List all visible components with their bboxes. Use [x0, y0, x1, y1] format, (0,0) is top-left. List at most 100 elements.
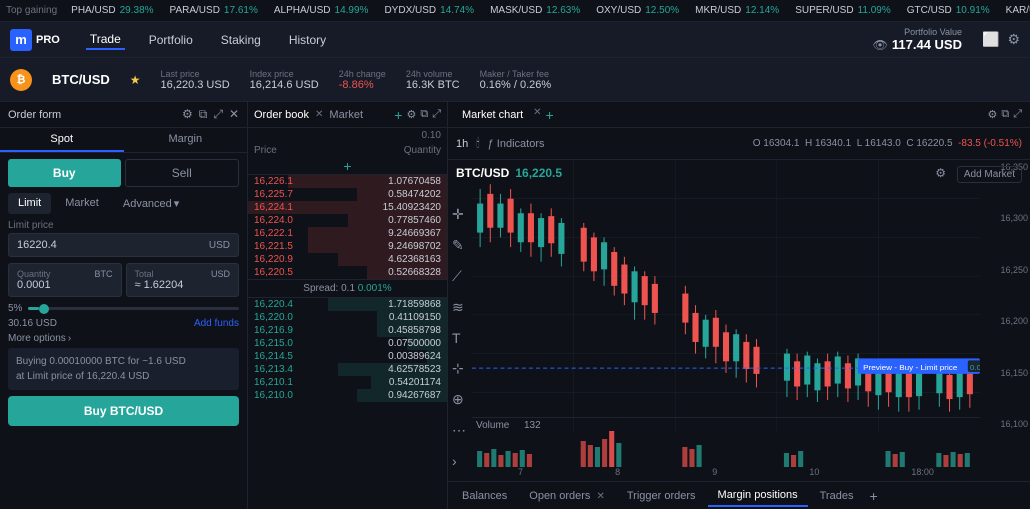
- orderbook-tabs: Order book ✕ Market: [254, 109, 363, 121]
- chart-panel: Market chart ✕ + ⚙ ⧉ ⤢ 1h 🕯 ƒ Indicators…: [448, 102, 1030, 509]
- nav-staking[interactable]: Staking: [217, 31, 265, 49]
- ob-bid-row[interactable]: 16,215.00.07500000: [248, 337, 447, 350]
- ob-bid-row[interactable]: 16,213.44.62578523: [248, 363, 447, 376]
- nav-portfolio[interactable]: Portfolio: [145, 31, 197, 49]
- favorite-star[interactable]: ★: [130, 73, 141, 87]
- chart-copy-icon[interactable]: ⧉: [1001, 108, 1009, 121]
- limit-tab[interactable]: Limit: [8, 193, 51, 214]
- quantity-box[interactable]: Quantity BTC 0.0001: [8, 263, 122, 297]
- add-funds-button[interactable]: Add funds: [194, 318, 239, 329]
- ticker-mask[interactable]: MASK/USD 12.63%: [482, 5, 588, 16]
- close-icon[interactable]: ✕: [229, 107, 239, 122]
- ob-bid-row[interactable]: 16,210.10.54201174: [248, 376, 447, 389]
- margin-tab[interactable]: Margin: [124, 128, 248, 152]
- copy-icon[interactable]: ⧉: [199, 107, 208, 122]
- submit-order-button[interactable]: Buy BTC/USD: [8, 396, 239, 426]
- more-options-button[interactable]: More options ›: [8, 333, 239, 344]
- ob-add-icon[interactable]: +: [394, 107, 402, 123]
- ob-bid-row[interactable]: 16,220.41.71859868: [248, 298, 447, 311]
- nav-trade[interactable]: Trade: [86, 30, 125, 50]
- add-chart-tab[interactable]: +: [546, 107, 554, 123]
- ob-bid-row[interactable]: 16,220.00.41109150: [248, 311, 447, 324]
- ob-ask-row[interactable]: 16,220.50.52668328: [248, 266, 447, 279]
- fibonacci-icon[interactable]: ≋: [452, 299, 466, 316]
- chart-expand-icon[interactable]: ⤢: [1013, 108, 1022, 121]
- limit-price-input[interactable]: [17, 239, 209, 251]
- ob-expand-icon[interactable]: ⤢: [432, 108, 441, 121]
- ob-ask-row[interactable]: 16,220.94.62368163: [248, 253, 447, 266]
- buy-button[interactable]: Buy: [8, 159, 121, 187]
- ticker-dydx[interactable]: DYDX/USD 14.74%: [376, 5, 482, 16]
- ob-qty-display: 0.10: [248, 128, 447, 143]
- nav-history[interactable]: History: [285, 31, 330, 49]
- market-tab[interactable]: Market: [55, 193, 109, 214]
- trades-tab[interactable]: Trades: [810, 486, 864, 506]
- ob-ask-row[interactable]: 16,224.115.40923420: [248, 201, 447, 214]
- volume-section: Volume 132: [472, 417, 980, 467]
- text-tool-icon[interactable]: T: [452, 330, 466, 346]
- expand-icon[interactable]: ⤢: [213, 107, 223, 122]
- chart-settings-icon[interactable]: ⚙: [987, 108, 997, 121]
- ob-add-row[interactable]: +: [248, 158, 447, 175]
- ticker-alpha[interactable]: ALPHA/USD 14.99%: [266, 5, 377, 16]
- margin-positions-tab[interactable]: Margin positions: [708, 485, 808, 507]
- add-tab-button[interactable]: +: [865, 488, 881, 504]
- candlestick-chart: Preview - Buy - Limit price 0.0001: [472, 160, 980, 431]
- sell-button[interactable]: Sell: [125, 159, 240, 187]
- open-orders-close[interactable]: ✕: [596, 491, 604, 502]
- ob-bid-row[interactable]: 16,214.50.00389624: [248, 350, 447, 363]
- ticker-pha[interactable]: PHA/USD 29.38%: [63, 5, 161, 16]
- crosshair-icon[interactable]: ✛: [452, 206, 466, 223]
- trend-line-icon[interactable]: ⟋: [452, 268, 466, 285]
- ticker-mkr[interactable]: MKR/USD 12.14%: [687, 5, 787, 16]
- market-chart-tab[interactable]: Market chart: [456, 107, 529, 123]
- add-market-button[interactable]: Add Market: [957, 166, 1022, 183]
- ticker-super[interactable]: SUPER/USD 11.09%: [787, 5, 899, 16]
- ob-bids: 16,220.41.71859868 16,220.00.41109150 16…: [248, 298, 447, 402]
- quantity-value: 0.0001: [17, 279, 113, 291]
- indicators-label: Indicators: [497, 138, 545, 150]
- ticker-para[interactable]: PARA/USD 17.61%: [162, 5, 266, 16]
- chart-gear-icon[interactable]: ⚙: [935, 166, 946, 180]
- y-axis: 16,350 16,300 16,250 16,200 16,150 16,10…: [980, 160, 1030, 431]
- more-tools-icon[interactable]: ⋯: [452, 422, 466, 439]
- ob-ask-row[interactable]: 16,224.00.77857460: [248, 214, 447, 227]
- ticker-oxy[interactable]: OXY/USD 12.50%: [588, 5, 687, 16]
- chevron-right-chart[interactable]: ›: [452, 453, 466, 469]
- ob-ask-row[interactable]: 16,225.70.58474202: [248, 188, 447, 201]
- trigger-orders-tab[interactable]: Trigger orders: [617, 486, 706, 506]
- draw-tool-icon[interactable]: ✎: [452, 237, 466, 254]
- ob-bid-row[interactable]: 16,216.90.45858798: [248, 324, 447, 337]
- gear-icon[interactable]: ⚙: [182, 107, 193, 122]
- instrument-name[interactable]: BTC/USD: [52, 72, 110, 87]
- quantity-slider[interactable]: [28, 307, 239, 310]
- zoom-tool-icon[interactable]: ⊕: [452, 391, 466, 408]
- ob-close-icon[interactable]: ✕: [315, 109, 323, 121]
- ticker-gtc[interactable]: GTC/USD 10.91%: [899, 5, 998, 16]
- timeframe-selector[interactable]: 1h: [456, 138, 468, 150]
- spot-tab[interactable]: Spot: [0, 128, 124, 152]
- settings-icon[interactable]: ⚙: [1007, 31, 1020, 48]
- ticker-kar[interactable]: KAR/USD 10.91%: [998, 5, 1030, 16]
- advanced-tab[interactable]: Advanced ▾: [113, 193, 189, 214]
- eye-icon[interactable]: 👁: [873, 38, 888, 52]
- ob-copy-icon[interactable]: ⧉: [420, 108, 428, 121]
- ob-settings-icon[interactable]: ⚙: [406, 108, 416, 121]
- order-form-title: Order form: [8, 109, 61, 121]
- monitor-icon[interactable]: ⬜: [982, 31, 999, 48]
- open-orders-tab[interactable]: Open orders ✕: [519, 486, 615, 506]
- bottom-tabs: Balances Open orders ✕ Trigger orders Ma…: [448, 481, 1030, 509]
- indicators-button[interactable]: ƒ Indicators: [488, 138, 545, 150]
- market-chart-close[interactable]: ✕: [533, 107, 541, 123]
- orderbook-tab[interactable]: Order book: [254, 109, 309, 121]
- portfolio-label: Portfolio Value: [904, 27, 962, 37]
- measure-tool-icon[interactable]: ⊹: [452, 360, 466, 377]
- ob-ask-row[interactable]: 16,222.19.24669367: [248, 227, 447, 240]
- market-tab[interactable]: Market: [329, 109, 363, 121]
- balances-tab[interactable]: Balances: [452, 486, 517, 506]
- ob-ask-row[interactable]: 16,226.11.07670458: [248, 175, 447, 188]
- ob-ask-row[interactable]: 16,221.59.24698702: [248, 240, 447, 253]
- quantity-currency: BTC: [95, 269, 113, 279]
- ob-bid-row[interactable]: 16,210.00.94267687: [248, 389, 447, 402]
- candlestick-type-icon[interactable]: 🕯: [476, 136, 479, 151]
